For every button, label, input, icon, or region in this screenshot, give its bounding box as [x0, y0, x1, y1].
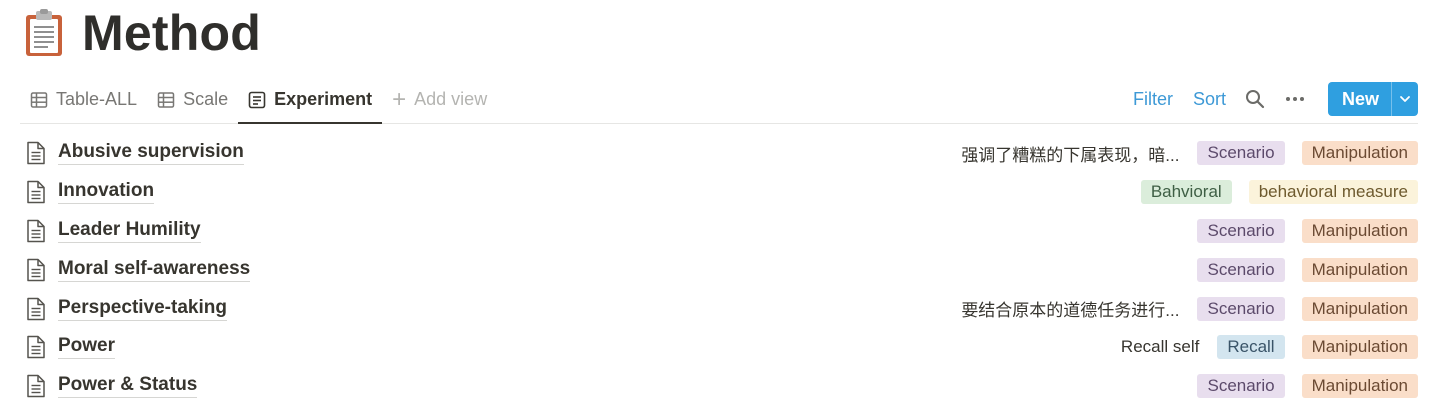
document-icon — [25, 374, 47, 398]
list-item[interactable]: Abusive supervision 强调了糟糕的下属表现，暗... Scenar… — [20, 134, 1418, 173]
document-icon — [25, 258, 47, 282]
item-tags: Recall Manipulation — [1217, 335, 1418, 360]
tag-badge: Scenario — [1197, 141, 1285, 166]
item-tags: Bahvioral behavioral measure — [1140, 180, 1418, 205]
list-item[interactable]: Perspective-taking 要结合原本的道德任务进行... Scenari… — [20, 289, 1418, 328]
item-title[interactable]: Power & Status — [58, 374, 198, 399]
item-title[interactable]: Leader Humility — [58, 219, 201, 243]
add-view-button[interactable]: + Add view — [382, 76, 497, 123]
tab-label: Table-ALL — [56, 89, 138, 109]
experiment-list: Abusive supervision 强调了糟糕的下属表现，暗... Scenar… — [20, 134, 1418, 406]
item-tags: Scenario Manipulation — [1197, 218, 1418, 243]
tab-label: Scale — [183, 89, 229, 109]
tag-badge: Manipulation — [1301, 296, 1418, 321]
view-tabs: Table-ALL Scale Experiment + Add view — [20, 76, 497, 124]
more-options-icon[interactable] — [1284, 88, 1306, 110]
document-icon — [25, 141, 47, 165]
item-title[interactable]: Perspective-taking — [58, 297, 227, 321]
tag-badge: Manipulation — [1301, 218, 1418, 243]
item-note: 要结合原本的道德任务进行... — [961, 301, 1180, 321]
tag-badge: Manipulation — [1301, 374, 1418, 399]
item-properties: 强调了糟糕的下属表现，暗... Scenario Manipulation — [961, 134, 1418, 173]
item-note: Recall self — [1120, 337, 1200, 357]
tag-badge: Recall — [1217, 335, 1285, 360]
tag-badge: Bahvioral — [1140, 180, 1232, 205]
list-item[interactable]: Moral self-awareness Scenario Manipulation — [20, 250, 1418, 289]
item-tags: Scenario Manipulation — [1197, 257, 1418, 282]
clipboard-icon[interactable] — [24, 7, 68, 59]
tag-badge: Manipulation — [1301, 141, 1418, 166]
filter-button[interactable]: Filter — [1133, 89, 1173, 110]
table-icon — [157, 91, 175, 109]
tag-badge: Scenario — [1197, 218, 1285, 243]
tab-table-all[interactable]: Table-ALL — [20, 76, 147, 123]
plus-icon: + — [392, 85, 407, 113]
document-icon — [25, 219, 47, 243]
tab-label: Experiment — [274, 89, 373, 109]
item-title[interactable]: Power — [58, 335, 116, 360]
tag-badge: Manipulation — [1301, 257, 1418, 282]
tag-badge: Manipulation — [1301, 335, 1418, 360]
item-properties: Scenario Manipulation — [1197, 250, 1418, 289]
sort-button[interactable]: Sort — [1193, 89, 1226, 110]
item-properties: Recall self Recall Manipulation — [1121, 328, 1418, 367]
item-title[interactable]: Innovation — [58, 180, 155, 205]
item-title[interactable]: Moral self-awareness — [58, 258, 251, 282]
chevron-down-icon[interactable] — [1391, 82, 1418, 116]
tag-badge: Scenario — [1197, 257, 1285, 282]
tag-badge: Scenario — [1197, 374, 1285, 399]
item-tags: Scenario Manipulation — [1197, 296, 1418, 321]
item-tags: Scenario Manipulation — [1197, 141, 1418, 166]
tag-badge: behavioral measure — [1248, 180, 1418, 205]
view-bar: Table-ALL Scale Experiment + Add view Fi… — [20, 76, 1418, 124]
tab-scale[interactable]: Scale — [147, 76, 238, 123]
document-icon — [25, 335, 47, 359]
list-item[interactable]: Power & Status Scenario Manipulation — [20, 367, 1418, 406]
item-properties: Scenario Manipulation — [1197, 367, 1418, 406]
table-icon — [30, 91, 48, 109]
item-tags: Scenario Manipulation — [1197, 374, 1418, 399]
document-icon — [25, 297, 47, 321]
item-properties: Scenario Manipulation — [1197, 212, 1418, 251]
item-note: 强调了糟糕的下属表现，暗... — [961, 145, 1180, 165]
item-properties: 要结合原本的道德任务进行... Scenario Manipulation — [961, 289, 1418, 328]
item-properties: Bahvioral behavioral measure — [1140, 173, 1418, 212]
list-item[interactable]: Innovation Bahvioral behavioral measure — [20, 173, 1418, 212]
item-title[interactable]: Abusive supervision — [58, 141, 244, 166]
document-icon — [25, 180, 47, 204]
page-header: Method — [24, 2, 261, 64]
page-title: Method — [82, 5, 261, 61]
list-view-icon — [248, 91, 266, 109]
list-item[interactable]: Leader Humility Scenario Manipulation — [20, 212, 1418, 251]
new-button[interactable]: New — [1327, 82, 1418, 116]
search-icon[interactable] — [1244, 88, 1266, 110]
tag-badge: Scenario — [1197, 296, 1285, 321]
add-view-label: Add view — [414, 89, 488, 109]
list-item[interactable]: Power Recall self Recall Manipulation — [20, 328, 1418, 367]
tab-experiment[interactable]: Experiment — [238, 76, 383, 124]
view-actions: Filter Sort New — [1113, 81, 1418, 117]
new-button-label: New — [1341, 88, 1379, 109]
